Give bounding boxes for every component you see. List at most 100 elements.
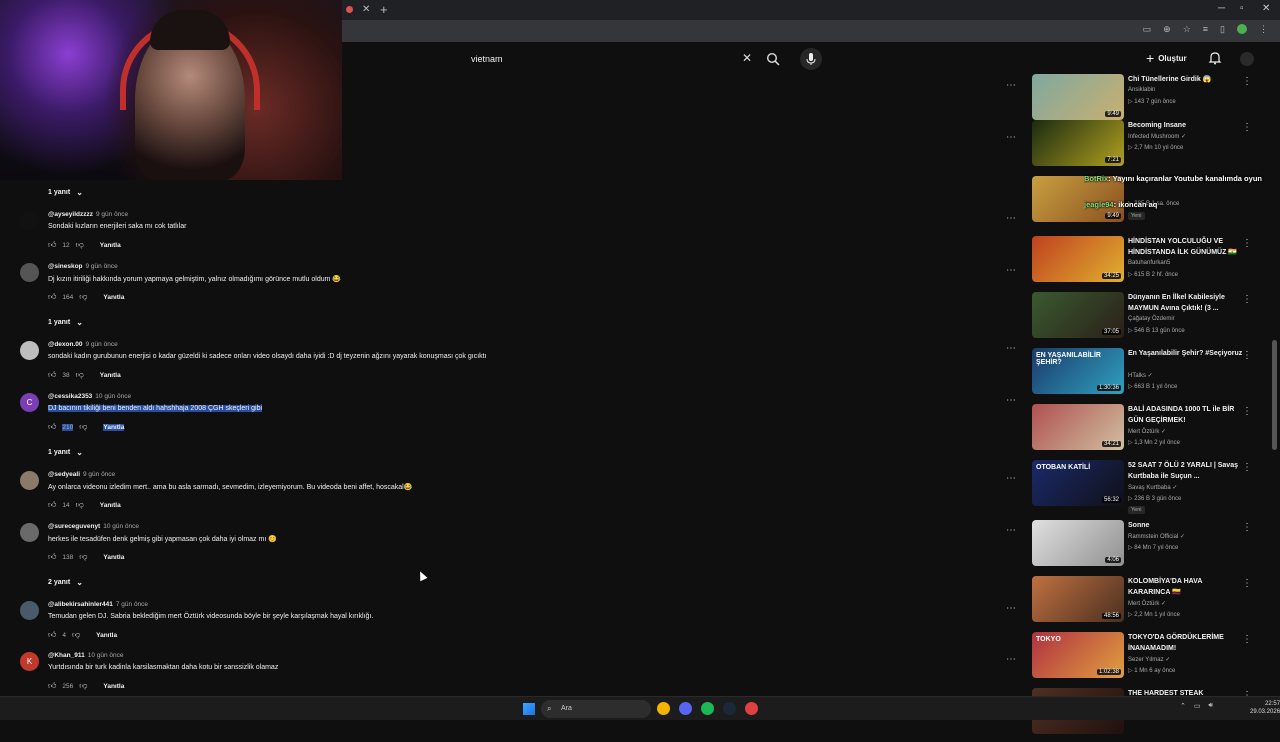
dislike-icon[interactable]: 👎︎ <box>79 552 87 562</box>
comment-author[interactable]: @sureceguvenyt <box>48 523 100 530</box>
create-button[interactable]: + Oluştur <box>1146 50 1187 66</box>
comment-time[interactable]: 10 gün önce <box>95 393 131 400</box>
comment-menu-icon[interactable]: ⋯ <box>1006 343 1017 354</box>
like-icon[interactable]: 👍︎ <box>48 681 56 691</box>
chevron-up-icon[interactable]: ⌃ <box>1180 702 1186 710</box>
video-thumbnail[interactable]: 37:05 <box>1032 292 1124 338</box>
related-video-item[interactable]: 37:05 Dünyanın En İlkel Kabilesiyle MAYMU… <box>1030 292 1270 346</box>
dislike-icon[interactable]: 👎︎ <box>76 370 84 380</box>
dislike-icon[interactable]: 👎︎ <box>79 422 87 432</box>
browser-menu-icon[interactable]: ⋮ <box>1259 24 1268 35</box>
page-scrollbar[interactable] <box>1272 340 1277 450</box>
related-video-item[interactable]: 7:21 Becoming Insane Infected Mushroom ✓ ▷ … <box>1030 120 1270 174</box>
video-thumbnail[interactable]: 9:49 <box>1032 74 1124 120</box>
taskbar-clock[interactable]: 22:57 29.03.2026 <box>1250 700 1280 716</box>
comment-author[interactable]: @alibekirsahinler441 <box>48 601 113 608</box>
video-channel[interactable]: Ansiklabin <box>1128 87 1155 93</box>
bookmark-star-icon[interactable]: ☆ <box>1183 24 1191 35</box>
video-title[interactable]: 52 SAAT 7 ÖLÜ 2 YARALI | Savaş Kurtbaba … <box>1128 460 1246 482</box>
dislike-icon[interactable]: 👎︎ <box>79 292 87 302</box>
profile-icon[interactable] <box>1237 24 1247 34</box>
voice-search-button[interactable] <box>800 48 822 70</box>
comment-author[interactable]: @sedyeali <box>48 471 80 478</box>
video-menu-icon[interactable]: ⋮ <box>1242 76 1252 87</box>
comment-menu-icon[interactable]: ⋯ <box>1006 473 1017 484</box>
replies-toggle[interactable]: 1 yanıt ⌄ <box>48 318 83 327</box>
discord-icon[interactable] <box>679 702 692 715</box>
taskbar-search[interactable]: ⌕ Ara <box>541 700 651 718</box>
like-icon[interactable]: 👍︎ <box>48 370 56 380</box>
video-channel[interactable]: Sezer Yılmaz ✓ <box>1128 656 1170 663</box>
comment-avatar[interactable]: K <box>20 652 39 671</box>
minimize-icon[interactable]: ─ <box>1218 3 1225 14</box>
comment-author[interactable]: @cessika2353 <box>48 393 92 400</box>
dislike-icon[interactable]: 👎︎ <box>72 630 80 640</box>
comment-menu-icon[interactable]: ⋯ <box>1006 525 1017 536</box>
windows-start-icon[interactable] <box>523 703 535 715</box>
video-channel[interactable]: Savaş Kurtbaba ✓ <box>1128 484 1177 491</box>
like-icon[interactable]: 👍︎ <box>48 422 56 432</box>
reply-button[interactable]: Yanıtla <box>100 372 121 379</box>
video-channel[interactable]: Rammstein Official ✓ <box>1128 533 1185 540</box>
comment-time[interactable]: 9 gün önce <box>86 341 118 348</box>
new-tab-icon[interactable]: + <box>380 2 388 17</box>
replies-toggle[interactable]: 1 yanıt ⌄ <box>48 448 83 457</box>
like-icon[interactable]: 👍︎ <box>48 292 56 302</box>
maximize-icon[interactable]: ▫ <box>1240 3 1244 14</box>
reply-button[interactable]: Yanıtla <box>103 683 124 690</box>
comment-menu-icon[interactable]: ⋯ <box>1006 265 1017 276</box>
related-video-item[interactable]: 4:06 Sonne Rammstein Official ✓ ▷ 84 Mn 7 y… <box>1030 520 1270 574</box>
top-menu-icon[interactable]: ⋯ <box>1006 80 1017 91</box>
comment-avatar[interactable]: C <box>20 393 39 412</box>
search-box[interactable] <box>462 48 762 70</box>
comment-avatar[interactable] <box>20 263 39 282</box>
obs-icon[interactable] <box>745 702 758 715</box>
comment-time[interactable]: 10 gün önce <box>103 523 139 530</box>
account-avatar[interactable] <box>1240 52 1254 66</box>
top-menu-icon[interactable]: ⋯ <box>1006 132 1017 143</box>
sidepanel-icon[interactable]: ▯ <box>1220 24 1225 35</box>
comment-time[interactable]: 9 gün önce <box>86 263 118 270</box>
comment-author[interactable]: @Khan_911 <box>48 652 85 659</box>
video-menu-icon[interactable]: ⋮ <box>1242 406 1252 417</box>
reply-button[interactable]: Yanıtla <box>100 502 121 509</box>
video-menu-icon[interactable]: ⋮ <box>1242 578 1252 589</box>
extensions-icon[interactable]: ≡ <box>1203 24 1208 35</box>
like-icon[interactable]: 👍︎ <box>48 552 56 562</box>
comment-avatar[interactable] <box>20 341 39 360</box>
reply-button[interactable]: Yanıtla <box>103 294 124 301</box>
chrome-icon[interactable] <box>657 702 670 715</box>
clear-search-icon[interactable]: ✕ <box>742 51 752 65</box>
video-menu-icon[interactable]: ⋮ <box>1242 294 1252 305</box>
comment-time[interactable]: 9 gün önce <box>96 211 128 218</box>
video-channel[interactable]: Mert Öztürk ✓ <box>1128 428 1166 435</box>
comment-time[interactable]: 10 gün önce <box>88 652 124 659</box>
network-icon[interactable]: ▭ <box>1194 702 1201 710</box>
related-video-item[interactable]: TOKYO 1:02:38 TOKYO'DA GÖRDÜKLERİME İNANAM… <box>1030 632 1270 686</box>
comment-menu-icon[interactable]: ⋯ <box>1006 395 1017 406</box>
comment-author[interactable]: @sineskop <box>48 263 83 270</box>
video-title[interactable]: Chi Tünellerine Girdik 😱 <box>1128 74 1246 85</box>
search-input[interactable] <box>462 48 762 70</box>
replies-toggle[interactable]: 1 yanıt ⌄ <box>48 188 83 197</box>
video-title[interactable]: TOKYO'DA GÖRDÜKLERİME İNANAMADIM! <box>1128 632 1246 654</box>
video-thumbnail[interactable]: 48:56 <box>1032 576 1124 622</box>
like-icon[interactable]: 👍︎ <box>48 500 56 510</box>
video-title[interactable]: HİNDİSTAN YOLCULUĞU VE HİNDİSTANDA İLK G… <box>1128 236 1246 258</box>
video-title[interactable]: Becoming Insane <box>1128 120 1246 131</box>
cast-icon[interactable]: ▭ <box>1143 24 1152 35</box>
related-video-item[interactable]: EN YAŞANILABİLİR ŞEHİR? 1:30:36 En Yaşanıl… <box>1030 348 1270 402</box>
replies-toggle[interactable]: 2 yanıt ⌄ <box>48 578 83 587</box>
like-icon[interactable]: 👍︎ <box>48 630 56 640</box>
steam-icon[interactable] <box>723 702 736 715</box>
comment-avatar[interactable] <box>20 471 39 490</box>
comment-avatar[interactable] <box>20 601 39 620</box>
comment-author[interactable]: @ayseyildzzzz <box>48 211 93 218</box>
video-menu-icon[interactable]: ⋮ <box>1242 522 1252 533</box>
like-icon[interactable]: 👍︎ <box>48 240 56 250</box>
comment-avatar[interactable] <box>20 211 39 230</box>
video-menu-icon[interactable]: ⋮ <box>1242 462 1252 473</box>
comment-author[interactable]: @dexon.00 <box>48 341 83 348</box>
video-channel[interactable]: Mert Öztürk ✓ <box>1128 600 1166 607</box>
comment-menu-icon[interactable]: ⋯ <box>1006 654 1017 665</box>
